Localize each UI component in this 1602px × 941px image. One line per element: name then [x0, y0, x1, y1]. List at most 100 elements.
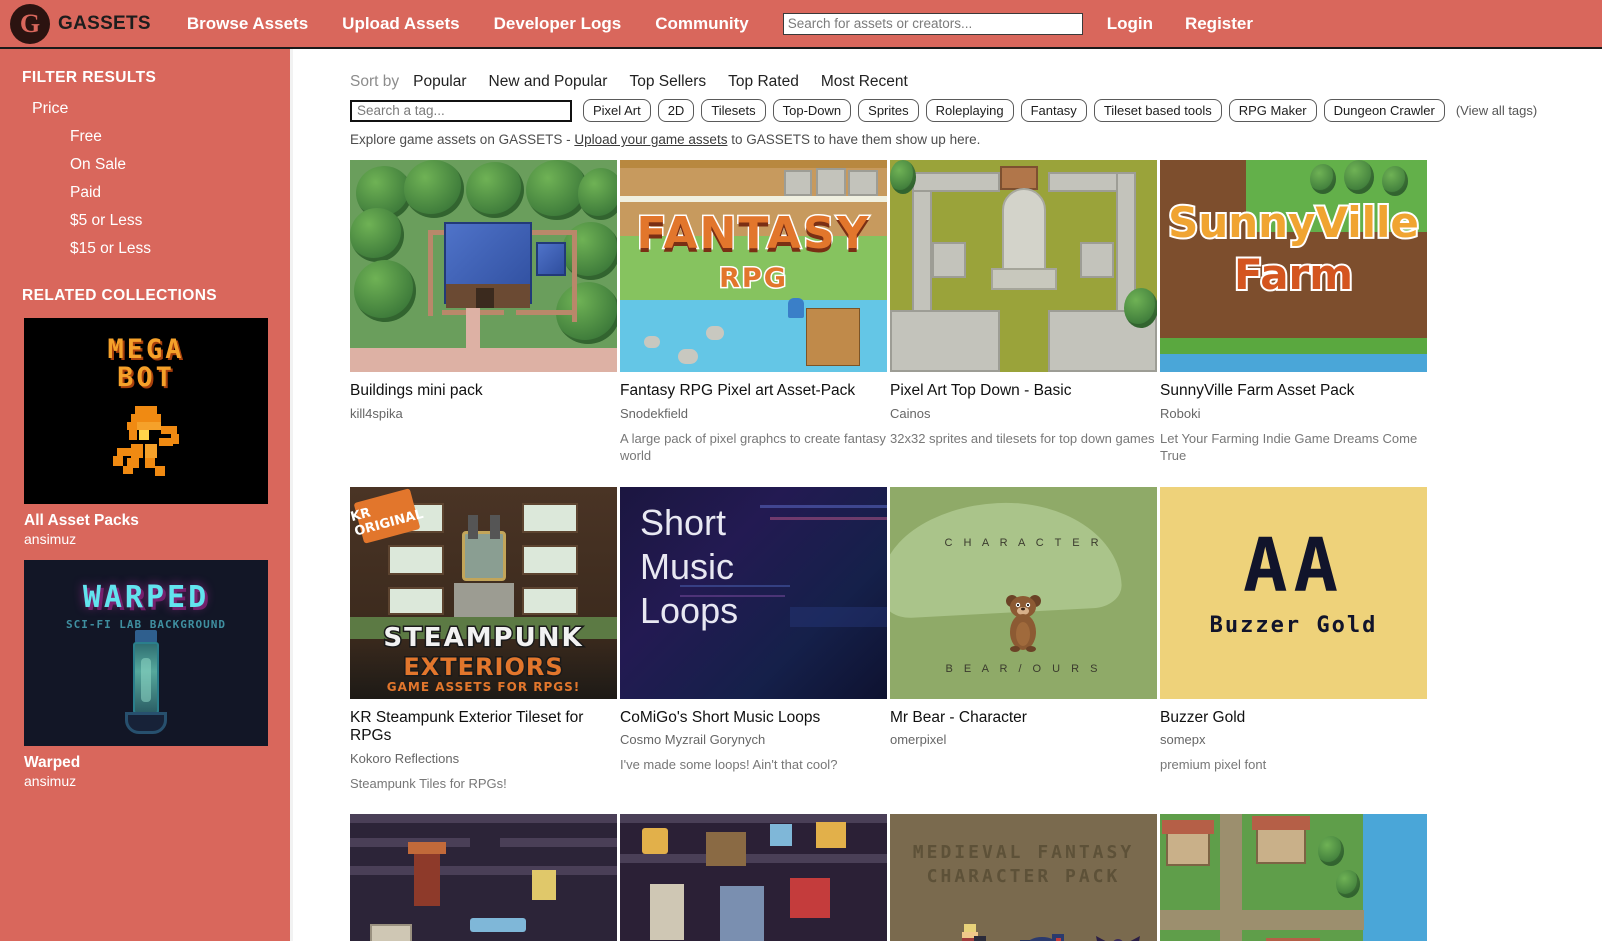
- asset-title[interactable]: KR Steampunk Exterior Tileset for RPGs: [350, 709, 617, 746]
- view-all-tags-link[interactable]: (View all tags): [1456, 103, 1537, 118]
- bear-art-title: C H A R A C T E R: [944, 536, 1103, 549]
- collection-author[interactable]: ansimuz: [24, 773, 290, 789]
- buzzer-art-subtitle: Buzzer Gold: [1209, 612, 1378, 638]
- asset-author[interactable]: Roboki: [1160, 406, 1427, 421]
- sort-option-top-sellers[interactable]: Top Sellers: [629, 73, 706, 91]
- filter-option-5-or-less[interactable]: $5 or Less: [70, 212, 290, 230]
- filter-option-paid[interactable]: Paid: [70, 184, 290, 202]
- nav-developer-logs[interactable]: Developer Logs: [494, 14, 622, 34]
- asset-card[interactable]: AA Buzzer Gold Buzzer Gold somepx premiu…: [1160, 486, 1430, 793]
- asset-author[interactable]: Cosmo Myzrail Gorynych: [620, 732, 887, 747]
- megabot-art-subtitle: BOT: [117, 362, 175, 393]
- asset-card[interactable]: FANTASY RPG Fantasy RPG Pixel art Asset-…: [620, 160, 890, 465]
- login-link[interactable]: Login: [1107, 14, 1153, 34]
- asset-description: 32x32 sprites and tilesets for top down …: [890, 430, 1155, 446]
- asset-card[interactable]: Short Music Loops CoMiGo's Short Music Loo…: [620, 486, 890, 793]
- collection-thumbnail-warped[interactable]: WARPED SCI-FI LAB BACKGROUND: [24, 560, 268, 746]
- tag-top-down[interactable]: Top-Down: [772, 99, 852, 122]
- asset-card[interactable]: Pixel Art Top Down - Basic Cainos 32x32 …: [890, 160, 1160, 465]
- fantasy-art-subtitle: RPG: [718, 262, 788, 296]
- tag-pixel-art[interactable]: Pixel Art: [583, 99, 651, 122]
- asset-card[interactable]: [1160, 814, 1430, 941]
- fantasy-art-title: FANTASY: [635, 207, 871, 261]
- asset-title[interactable]: SunnyVille Farm Asset Pack: [1160, 382, 1427, 401]
- collection-author[interactable]: ansimuz: [24, 531, 290, 547]
- brand-name[interactable]: GASSETS: [58, 13, 151, 35]
- tag-tilesets[interactable]: Tilesets: [701, 99, 766, 122]
- asset-title[interactable]: Pixel Art Top Down - Basic: [890, 382, 1157, 401]
- asset-thumbnail-sunnyville[interactable]: SunnyVille Farm: [1160, 160, 1427, 372]
- asset-card[interactable]: C H A R A C T E R B E A R / O U R S Mr B…: [890, 486, 1160, 793]
- asset-title[interactable]: Fantasy RPG Pixel art Asset-Pack: [620, 382, 887, 401]
- tag-tileset-based-tools[interactable]: Tileset based tools: [1093, 99, 1222, 122]
- asset-thumbnail-medieval-characters[interactable]: MEDIEVAL FANTASY CHARACTER PACK: [890, 814, 1157, 941]
- asset-author[interactable]: kill4spika: [350, 406, 617, 421]
- asset-thumbnail-music-loops[interactable]: Short Music Loops: [620, 486, 887, 699]
- main-content: Sort by Popular New and Popular Top Sell…: [296, 49, 1602, 941]
- asset-thumbnail-fantasy-rpg[interactable]: FANTASY RPG: [620, 160, 887, 372]
- sunnyville-art-title: SunnyVille: [1166, 196, 1421, 249]
- asset-card[interactable]: SunnyVille Farm SunnyVille Farm Asset Pa…: [1160, 160, 1430, 465]
- collection-thumbnail-megabot[interactable]: MEGA BOT: [24, 318, 268, 504]
- collection-card-warped[interactable]: WARPED SCI-FI LAB BACKGROUND Warped ansi…: [24, 560, 290, 789]
- tag-2d[interactable]: 2D: [657, 99, 695, 122]
- sunnyville-art-subtitle: Farm: [1232, 248, 1355, 301]
- explore-suffix: to GASSETS to have them show up here.: [727, 132, 981, 147]
- asset-author[interactable]: Snodekfield: [620, 406, 887, 421]
- asset-thumbnail-dungeon-loot[interactable]: [620, 814, 887, 941]
- asset-card[interactable]: KR ORIGINAL STEAMPUNK EXTERIORS GAME ASS…: [350, 486, 620, 793]
- tag-search-input[interactable]: [350, 99, 572, 122]
- nav-browse-assets[interactable]: Browse Assets: [187, 14, 308, 34]
- asset-thumbnail-dungeon[interactable]: [350, 814, 617, 941]
- asset-thumbnail-buzzer-gold[interactable]: AA Buzzer Gold: [1160, 486, 1427, 699]
- asset-thumbnail-buildings[interactable]: [350, 160, 617, 372]
- asset-description: I've made some loops! Ain't that cool?: [620, 757, 838, 773]
- tag-rpg-maker[interactable]: RPG Maker: [1228, 99, 1317, 122]
- tag-sprites[interactable]: Sprites: [858, 99, 919, 122]
- sort-by-label: Sort by: [350, 73, 400, 90]
- sort-option-top-rated[interactable]: Top Rated: [728, 73, 799, 91]
- filter-option-15-or-less[interactable]: $15 or Less: [70, 240, 290, 258]
- filter-option-on-sale[interactable]: On Sale: [70, 156, 290, 174]
- asset-thumbnail-village[interactable]: [1160, 814, 1427, 941]
- tag-fantasy[interactable]: Fantasy: [1020, 99, 1087, 122]
- tag-roleplaying[interactable]: Roleplaying: [925, 99, 1014, 122]
- sort-option-most-recent[interactable]: Most Recent: [821, 73, 908, 91]
- asset-title[interactable]: Mr Bear - Character: [890, 709, 1157, 728]
- asset-author[interactable]: Cainos: [890, 406, 1157, 421]
- filter-option-free[interactable]: Free: [70, 128, 290, 146]
- left-sidebar: FILTER RESULTS Price Free On Sale Paid $…: [0, 49, 293, 941]
- top-navbar: G GASSETS Browse Assets Upload Assets De…: [0, 0, 1602, 49]
- explore-prefix: Explore game assets on GASSETS -: [350, 132, 575, 147]
- sort-option-new-and-popular[interactable]: New and Popular: [489, 73, 608, 91]
- collection-card-all-asset-packs[interactable]: MEGA BOT All Asset Packs ansimuz: [24, 318, 290, 547]
- asset-card[interactable]: MEDIEVAL FANTASY CHARACTER PACK: [890, 814, 1160, 941]
- knight-sprite-icon: [962, 924, 986, 941]
- megabot-art-title: MEGA: [107, 334, 185, 365]
- asset-description: Steampunk Tiles for RPGs!: [350, 775, 507, 791]
- collection-title[interactable]: All Asset Packs: [24, 512, 290, 530]
- tag-dungeon-crawler[interactable]: Dungeon Crawler: [1323, 99, 1445, 122]
- asset-thumbnail-top-down[interactable]: [890, 160, 1157, 372]
- asset-thumbnail-steampunk[interactable]: KR ORIGINAL STEAMPUNK EXTERIORS GAME ASS…: [350, 486, 617, 699]
- collection-title[interactable]: Warped: [24, 754, 290, 772]
- filter-results-heading: FILTER RESULTS: [22, 69, 157, 86]
- nav-community[interactable]: Community: [655, 14, 749, 34]
- asset-title[interactable]: Buildings mini pack: [350, 382, 617, 401]
- asset-card[interactable]: [350, 814, 620, 941]
- asset-author[interactable]: somepx: [1160, 732, 1427, 747]
- register-link[interactable]: Register: [1185, 14, 1253, 34]
- asset-card[interactable]: Buildings mini pack kill4spika: [350, 160, 620, 465]
- asset-card[interactable]: [620, 814, 890, 941]
- asset-author[interactable]: omerpixel: [890, 732, 1157, 747]
- asset-title[interactable]: Buzzer Gold: [1160, 709, 1427, 728]
- global-search-input[interactable]: [782, 12, 1083, 35]
- buzzer-art-title: AA: [1242, 522, 1345, 609]
- asset-thumbnail-mr-bear[interactable]: C H A R A C T E R B E A R / O U R S: [890, 486, 1157, 699]
- gassets-logo-icon[interactable]: G: [10, 3, 50, 44]
- nav-upload-assets[interactable]: Upload Assets: [342, 14, 459, 34]
- upload-your-game-assets-link[interactable]: Upload your game assets: [574, 132, 727, 147]
- asset-author[interactable]: Kokoro Reflections: [350, 751, 617, 766]
- asset-title[interactable]: CoMiGo's Short Music Loops: [620, 709, 887, 728]
- sort-option-popular[interactable]: Popular: [413, 73, 466, 91]
